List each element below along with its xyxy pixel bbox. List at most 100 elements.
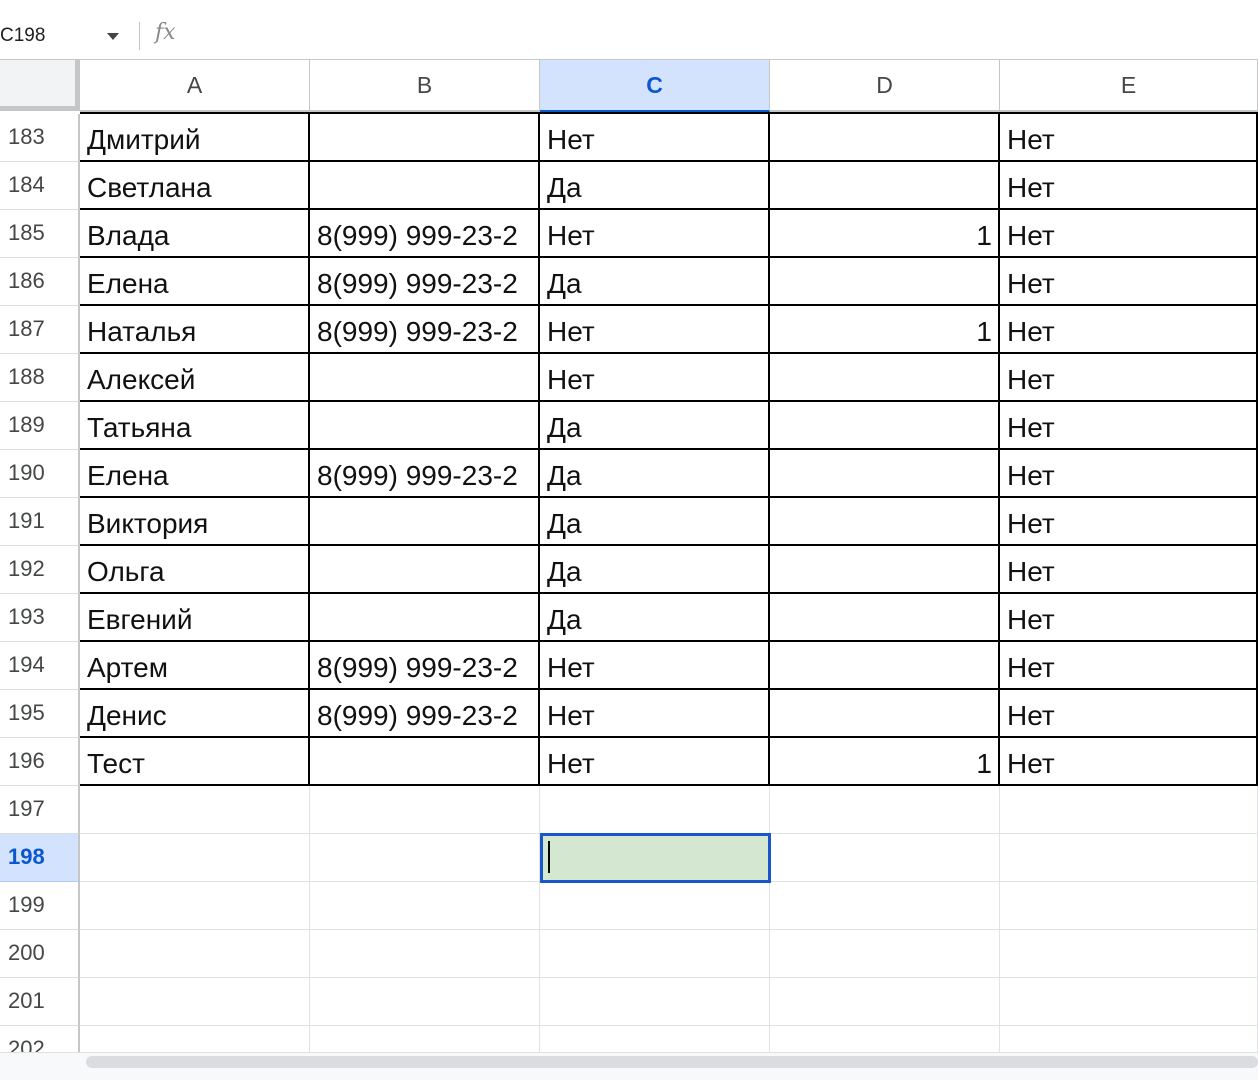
cell-a189[interactable]: Татьяна: [80, 402, 310, 450]
row-header-188[interactable]: 188: [0, 354, 80, 402]
chevron-down-icon[interactable]: [107, 33, 119, 40]
cell-a194[interactable]: Артем: [80, 642, 310, 690]
cell-e202[interactable]: [1000, 1026, 1258, 1052]
cell-d202[interactable]: [770, 1026, 1000, 1052]
cell-b201[interactable]: [310, 978, 540, 1026]
cell-d197[interactable]: [770, 786, 1000, 834]
cell-e193[interactable]: Нет: [1000, 594, 1258, 642]
row-header-192[interactable]: 192: [0, 546, 80, 594]
cell-d194[interactable]: [770, 642, 1000, 690]
cell-a183[interactable]: Дмитрий: [80, 114, 310, 162]
cell-c189[interactable]: Да: [540, 402, 770, 450]
cell-e201[interactable]: [1000, 978, 1258, 1026]
cell-a197[interactable]: [80, 786, 310, 834]
cell-c187[interactable]: Нет: [540, 306, 770, 354]
cell-d195[interactable]: [770, 690, 1000, 738]
cell-c201[interactable]: [540, 978, 770, 1026]
cell-b190[interactable]: 8(999) 999-23-2: [310, 450, 540, 498]
cell-d200[interactable]: [770, 930, 1000, 978]
cell-b192[interactable]: [310, 546, 540, 594]
column-header-a[interactable]: A: [80, 60, 310, 112]
cell-c186[interactable]: Да: [540, 258, 770, 306]
cell-b195[interactable]: 8(999) 999-23-2: [310, 690, 540, 738]
cell-b196[interactable]: [310, 738, 540, 786]
cell-b191[interactable]: [310, 498, 540, 546]
cell-d201[interactable]: [770, 978, 1000, 1026]
row-header-191[interactable]: 191: [0, 498, 80, 546]
row-header-185[interactable]: 185: [0, 210, 80, 258]
cell-c197[interactable]: [540, 786, 770, 834]
cell-b184[interactable]: [310, 162, 540, 210]
cell-e184[interactable]: Нет: [1000, 162, 1258, 210]
cell-c196[interactable]: Нет: [540, 738, 770, 786]
row-header-193[interactable]: 193: [0, 594, 80, 642]
cell-b199[interactable]: [310, 882, 540, 930]
cell-a202[interactable]: [80, 1026, 310, 1052]
cell-e195[interactable]: Нет: [1000, 690, 1258, 738]
row-header-201[interactable]: 201: [0, 978, 80, 1026]
cell-a195[interactable]: Денис: [80, 690, 310, 738]
cell-d192[interactable]: [770, 546, 1000, 594]
row-header-187[interactable]: 187: [0, 306, 80, 354]
scrollbar-thumb[interactable]: [86, 1056, 1258, 1068]
cell-e196[interactable]: Нет: [1000, 738, 1258, 786]
cell-e200[interactable]: [1000, 930, 1258, 978]
formula-input[interactable]: [195, 20, 1248, 52]
row-header-183[interactable]: 183: [0, 114, 80, 162]
cell-a186[interactable]: Елена: [80, 258, 310, 306]
cell-b183[interactable]: [310, 114, 540, 162]
column-header-d[interactable]: D: [770, 60, 1000, 112]
cell-e190[interactable]: Нет: [1000, 450, 1258, 498]
row-header-184[interactable]: 184: [0, 162, 80, 210]
cell-e187[interactable]: Нет: [1000, 306, 1258, 354]
cell-b187[interactable]: 8(999) 999-23-2: [310, 306, 540, 354]
cell-d186[interactable]: [770, 258, 1000, 306]
cell-c195[interactable]: Нет: [540, 690, 770, 738]
cell-c192[interactable]: Да: [540, 546, 770, 594]
cell-b194[interactable]: 8(999) 999-23-2: [310, 642, 540, 690]
cell-d191[interactable]: [770, 498, 1000, 546]
cell-e191[interactable]: Нет: [1000, 498, 1258, 546]
cell-b198[interactable]: [310, 834, 540, 882]
cell-e198[interactable]: [1000, 834, 1258, 882]
cell-a200[interactable]: [80, 930, 310, 978]
cell-e186[interactable]: Нет: [1000, 258, 1258, 306]
select-all-corner[interactable]: [0, 60, 80, 111]
column-header-b[interactable]: B: [310, 60, 540, 112]
row-header-189[interactable]: 189: [0, 402, 80, 450]
cell-a192[interactable]: Ольга: [80, 546, 310, 594]
cell-d183[interactable]: [770, 114, 1000, 162]
cell-b188[interactable]: [310, 354, 540, 402]
cell-a198[interactable]: [80, 834, 310, 882]
cell-a199[interactable]: [80, 882, 310, 930]
row-header-197[interactable]: 197: [0, 786, 80, 834]
cell-b197[interactable]: [310, 786, 540, 834]
cell-e197[interactable]: [1000, 786, 1258, 834]
cell-c185[interactable]: Нет: [540, 210, 770, 258]
cell-c183[interactable]: Нет: [540, 114, 770, 162]
cell-c202[interactable]: [540, 1026, 770, 1052]
cell-c190[interactable]: Да: [540, 450, 770, 498]
column-header-c[interactable]: C: [540, 60, 770, 112]
cell-c188[interactable]: Нет: [540, 354, 770, 402]
cell-b200[interactable]: [310, 930, 540, 978]
cell-c200[interactable]: [540, 930, 770, 978]
row-header-195[interactable]: 195: [0, 690, 80, 738]
cell-d184[interactable]: [770, 162, 1000, 210]
cell-b186[interactable]: 8(999) 999-23-2: [310, 258, 540, 306]
row-header-186[interactable]: 186: [0, 258, 80, 306]
cell-a191[interactable]: Виктория: [80, 498, 310, 546]
name-box[interactable]: C198: [0, 20, 130, 52]
cell-d187[interactable]: 1: [770, 306, 1000, 354]
cell-b193[interactable]: [310, 594, 540, 642]
cell-e189[interactable]: Нет: [1000, 402, 1258, 450]
cell-a184[interactable]: Светлана: [80, 162, 310, 210]
cell-a196[interactable]: Тест: [80, 738, 310, 786]
cell-e183[interactable]: Нет: [1000, 114, 1258, 162]
row-header-196[interactable]: 196: [0, 738, 80, 786]
row-header-198[interactable]: 198: [0, 834, 80, 882]
cell-e199[interactable]: [1000, 882, 1258, 930]
horizontal-scrollbar[interactable]: [0, 1052, 1258, 1080]
cell-a193[interactable]: Евгений: [80, 594, 310, 642]
cell-c193[interactable]: Да: [540, 594, 770, 642]
